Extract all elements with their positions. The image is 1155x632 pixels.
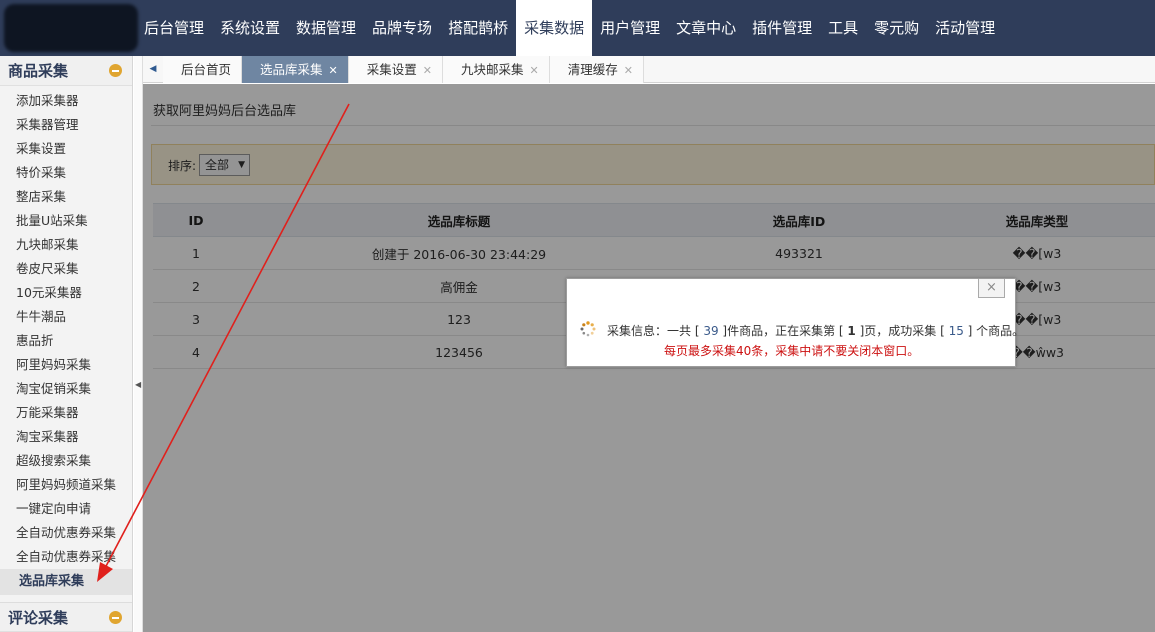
status-text: ] 个商品。 — [963, 324, 1025, 338]
sidebar-item[interactable]: 全自动优惠券采集 — [0, 545, 132, 569]
collect-warning-text: 每页最多采集40条，采集中请不要关闭本窗口。 — [664, 344, 920, 358]
tab-label: 后台首页 — [181, 62, 232, 77]
status-text: ]页，成功采集 [ — [855, 324, 949, 338]
collect-status-text: 采集信息：一共 [ 39 ]件商品，正在采集第 [ 1 ]页，成功采集 [ 15… — [607, 322, 1024, 339]
tab-label: 九块邮采集 — [460, 62, 524, 77]
sidebar-section-title: 评论采集 — [8, 609, 69, 627]
nav-item-admin[interactable]: 后台管理 — [136, 0, 212, 56]
sidebar-item[interactable]: 超级搜索采集 — [0, 449, 132, 473]
loading-spinner-icon — [580, 321, 596, 337]
tab-label: 采集设置 — [366, 62, 417, 77]
sidebar-section-goods-collect[interactable]: 商品采集 — [0, 56, 132, 86]
success-count: 15 — [948, 324, 964, 338]
sidebar-item[interactable]: 卷皮尺采集 — [0, 257, 132, 281]
status-text: ]件商品，正在采集第 [ — [718, 324, 848, 338]
top-nav: 后台管理 系统设置 数据管理 品牌专场 搭配鹊桥 采集数据 用户管理 文章中心 … — [136, 0, 1003, 56]
nav-item-zero-buy[interactable]: 零元购 — [866, 0, 927, 56]
tab-collect-settings[interactable]: 采集设置 ✕ — [348, 56, 443, 83]
nav-item-match[interactable]: 搭配鹊桥 — [440, 0, 516, 56]
sidebar-item[interactable]: 阿里妈妈频道采集 — [0, 473, 132, 497]
status-text: 采集信息：一共 [ — [607, 324, 704, 338]
sidebar-item[interactable]: 牛牛潮品 — [0, 305, 132, 329]
nav-item-users[interactable]: 用户管理 — [592, 0, 668, 56]
nav-item-articles[interactable]: 文章中心 — [668, 0, 744, 56]
sidebar-item[interactable]: 阿里妈妈采集 — [0, 353, 132, 377]
tab-jiukuaiyou[interactable]: 九块邮采集 ✕ — [442, 56, 550, 83]
sidebar-item[interactable]: 整店采集 — [0, 185, 132, 209]
sidebar-collapse-handle[interactable]: ◀ — [134, 56, 143, 632]
logo-blurred — [4, 4, 138, 52]
nav-item-activities[interactable]: 活动管理 — [927, 0, 1003, 56]
sidebar-item[interactable]: 万能采集器 — [0, 401, 132, 425]
tab-bar: ◀ 后台首页 选品库采集 ✕ 采集设置 ✕ 九块邮采集 ✕ 清理缓存 ✕ — [143, 56, 1155, 83]
sidebar-item-active[interactable]: 选品库采集 — [0, 569, 132, 595]
close-icon[interactable]: × — [978, 279, 1005, 298]
close-icon[interactable]: ✕ — [423, 64, 432, 77]
tab-label: 选品库采集 — [260, 62, 323, 77]
sidebar: 商品采集 添加采集器 采集器管理 采集设置 特价采集 整店采集 批量U站采集 九… — [0, 56, 133, 632]
nav-item-tools[interactable]: 工具 — [820, 0, 866, 56]
sidebar-item[interactable]: 惠品折 — [0, 329, 132, 353]
sidebar-item[interactable]: 采集器管理 — [0, 113, 132, 137]
sidebar-item[interactable]: 特价采集 — [0, 161, 132, 185]
sidebar-item[interactable]: 添加采集器 — [0, 89, 132, 113]
collect-progress-dialog: × 采集信息：一共 [ 39 ]件商品，正在采集第 [ 1 ]页，成功采集 [ … — [566, 278, 1024, 367]
top-bar: 后台管理 系统设置 数据管理 品牌专场 搭配鹊桥 采集数据 用户管理 文章中心 … — [0, 0, 1155, 56]
collapse-icon[interactable] — [109, 611, 122, 624]
tab-clear-cache[interactable]: 清理缓存 ✕ — [549, 56, 644, 83]
sidebar-item[interactable]: 一键定向申请 — [0, 497, 132, 521]
sidebar-item[interactable]: 10元采集器 — [0, 281, 132, 305]
sidebar-section-comment-collect[interactable]: 评论采集 — [0, 602, 132, 632]
sidebar-item[interactable]: 淘宝促销采集 — [0, 377, 132, 401]
close-icon[interactable]: ✕ — [530, 64, 539, 77]
tab-selection-library[interactable]: 选品库采集 ✕ — [242, 56, 349, 83]
nav-item-system-settings[interactable]: 系统设置 — [212, 0, 288, 56]
current-page: 1 — [847, 324, 856, 338]
collapse-icon[interactable] — [109, 64, 122, 77]
sidebar-item[interactable]: 淘宝采集器 — [0, 425, 132, 449]
tab-scroll-left-icon[interactable]: ◀ — [143, 56, 163, 83]
total-count: 39 — [703, 324, 719, 338]
tab-home[interactable]: 后台首页 — [163, 56, 243, 83]
sidebar-item[interactable]: 采集设置 — [0, 137, 132, 161]
tabs: 后台首页 选品库采集 ✕ 采集设置 ✕ 九块邮采集 ✕ 清理缓存 ✕ — [163, 56, 644, 83]
nav-item-brand[interactable]: 品牌专场 — [364, 0, 440, 56]
sidebar-item[interactable]: 全自动优惠券采集 — [0, 521, 132, 545]
sidebar-item[interactable]: 九块邮采集 — [0, 233, 132, 257]
chevron-left-icon[interactable]: ◀ — [135, 380, 141, 389]
tab-label: 清理缓存 — [567, 62, 618, 77]
close-icon[interactable]: ✕ — [329, 64, 338, 77]
close-icon[interactable]: ✕ — [624, 64, 633, 77]
sidebar-item[interactable]: 批量U站采集 — [0, 209, 132, 233]
sidebar-section-title: 商品采集 — [8, 62, 69, 80]
nav-item-collect-data[interactable]: 采集数据 — [516, 0, 593, 56]
nav-item-data-management[interactable]: 数据管理 — [288, 0, 364, 56]
nav-item-plugins[interactable]: 插件管理 — [744, 0, 820, 56]
